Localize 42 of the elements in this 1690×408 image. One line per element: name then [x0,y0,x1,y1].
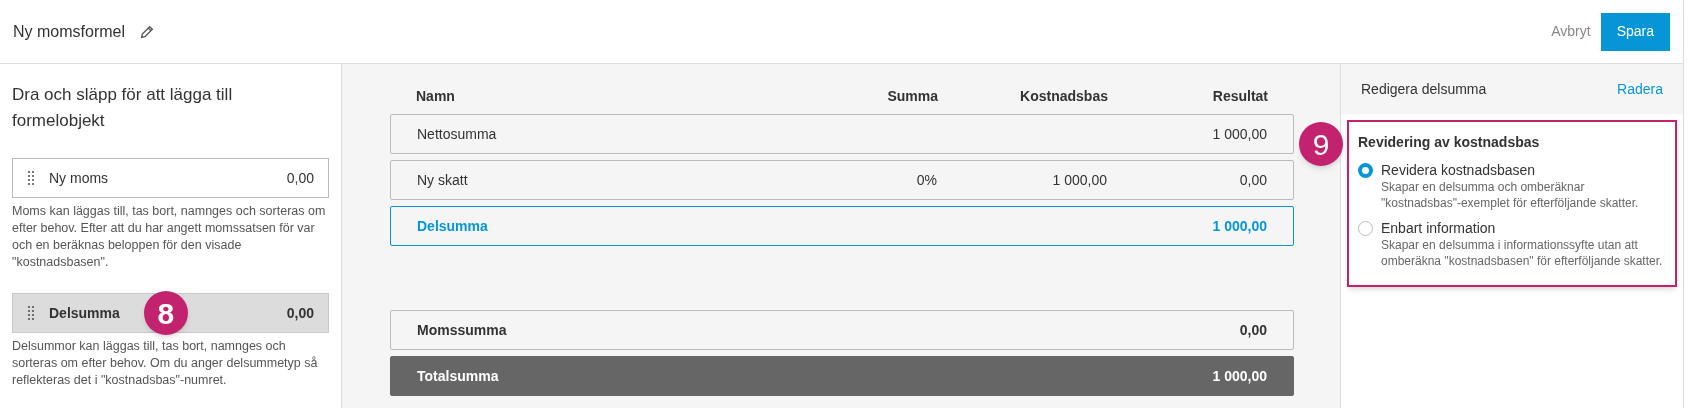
formula-row[interactable]: Ny skatt 0% 1 000,00 0,00 [390,160,1294,200]
option-label: Enbart information [1381,219,1497,237]
formula-row[interactable]: Nettosumma 1 000,00 [390,114,1294,154]
column-header: Summa [886,86,938,106]
option-description: Skapar en delsumma i informationssyfte utan att omberäkna "kostnadsbasen" för efterföljande skatter. [1381,237,1664,269]
row-result: 1 000,00 [1211,124,1267,144]
option-description: Skapar en delsumma och omberäknar "kostnadsbas"-exemplet för efterföljande skatter. [1381,179,1640,211]
row-result: 0,00 [1238,320,1267,340]
row-name: Delsumma [417,216,489,236]
object-label: Ny moms [49,168,109,188]
radio-button[interactable] [1358,163,1373,178]
column-header: Resultat [1211,86,1268,106]
editor-title: Redigera delsumma [1361,79,1487,99]
formula-object-card[interactable]: Ny moms 0,00 [12,158,329,198]
row-name: Ny skatt [417,170,469,190]
object-value: 0,00 [286,168,314,188]
option-label: Revidera kostnadsbasen [1381,161,1537,179]
formula-title: Ny momsformel [13,21,125,42]
formula-row[interactable]: Momssumma 0,00 [390,310,1294,350]
object-description: Delsummor kan läggas till, tas bort, namnges och sorteras om efter behov. Om du anger delsummetyp så reflekteras det i "kostnadsbas"-numret. [12,338,319,389]
cancel-button[interactable]: Avbryt [1551,21,1591,42]
formula-object-card[interactable]: Delsumma 8 0,00 [12,293,329,333]
formula-row[interactable]: Totalsumma 1 000,00 [390,356,1294,396]
row-name: Momssumma [417,320,508,340]
object-description: Moms kan läggas till, tas bort, namnges och sorteras om efter behov. Efter att du har angett momssatsen för var och en beräknas beloppen för den visade "kostnadsbasen". [12,203,327,271]
row-name: Nettosumma [417,124,498,144]
column-header: Kostnadsbas [1019,86,1108,106]
row-result: 0,00 [1238,170,1267,190]
row-result: 1 000,00 [1211,366,1267,386]
row-amount: 0% [915,170,937,190]
row-result: 1 000,00 [1211,216,1267,236]
object-label: Delsumma [49,303,120,323]
palette-title: Dra och släpp för att lägga till formelobjekt [12,84,234,132]
row-cost-base: 1 000,00 [1051,170,1107,190]
drag-handle-icon[interactable] [27,170,35,186]
drag-handle-icon[interactable] [27,305,35,321]
callout-badge: 8 [143,291,188,335]
object-value: 0,00 [286,303,314,323]
group-title: Revidering av kostnadsbas [1358,133,1541,152]
pencil-icon[interactable] [139,23,155,40]
column-header: Namn [416,86,456,106]
row-name: Totalsumma [417,366,500,386]
